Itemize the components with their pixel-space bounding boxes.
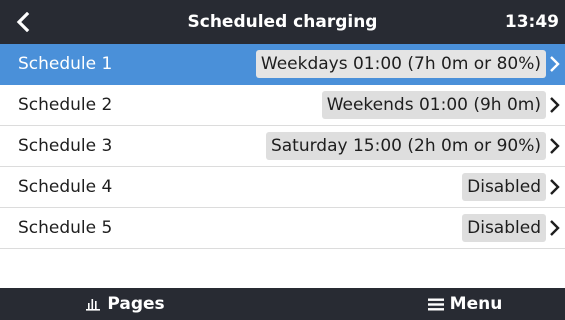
menu-label: Menu (449, 294, 503, 314)
schedule-row-5[interactable]: Schedule 5 Disabled (0, 208, 565, 249)
clock: 13:49 (504, 12, 559, 32)
pages-button[interactable]: Pages (70, 288, 180, 320)
schedule-value: Weekdays 01:00 (7h 0m or 80%) (255, 50, 546, 78)
schedule-label: Schedule 3 (18, 136, 113, 156)
schedule-label: Schedule 5 (18, 218, 113, 238)
chevron-right-icon (550, 56, 560, 72)
schedule-label: Schedule 4 (18, 177, 113, 197)
schedule-value: Disabled (462, 214, 546, 242)
scheduled-charging-screen: Scheduled charging 13:49 Schedule 1 Week… (0, 0, 565, 320)
chevron-left-icon (16, 12, 30, 32)
schedule-row-3[interactable]: Schedule 3 Saturday 15:00 (2h 0m or 90%) (0, 126, 565, 167)
schedule-value: Disabled (462, 173, 546, 201)
schedule-row-4[interactable]: Schedule 4 Disabled (0, 167, 565, 208)
footer-bar: Pages Menu (0, 288, 565, 320)
chevron-right-icon (550, 138, 560, 154)
schedule-label: Schedule 1 (18, 54, 113, 74)
hamburger-menu-icon (427, 298, 444, 311)
header-bar: Scheduled charging 13:49 (0, 0, 565, 44)
pages-label: Pages (107, 294, 165, 314)
chevron-right-icon (550, 220, 560, 236)
page-title: Scheduled charging (187, 12, 378, 32)
menu-button[interactable]: Menu (410, 288, 520, 320)
chevron-right-icon (550, 179, 560, 195)
schedule-value: Weekends 01:00 (9h 0m) (321, 91, 546, 119)
chevron-right-icon (550, 97, 560, 113)
schedule-value: Saturday 15:00 (2h 0m or 90%) (265, 132, 546, 160)
schedule-list: Schedule 1 Weekdays 01:00 (7h 0m or 80%)… (0, 44, 565, 249)
schedule-label: Schedule 2 (18, 95, 113, 115)
bar-chart-icon (85, 297, 101, 311)
schedule-row-1[interactable]: Schedule 1 Weekdays 01:00 (7h 0m or 80%) (0, 44, 565, 85)
back-button[interactable] (10, 8, 36, 36)
schedule-row-2[interactable]: Schedule 2 Weekends 01:00 (9h 0m) (0, 85, 565, 126)
